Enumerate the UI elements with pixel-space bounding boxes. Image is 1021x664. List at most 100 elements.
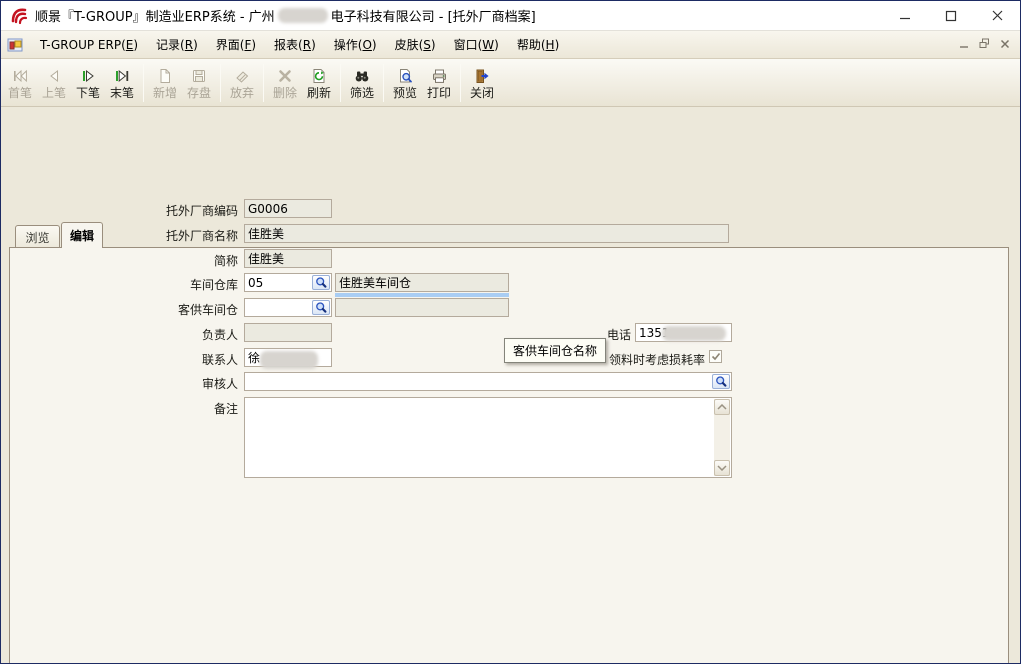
tooltip-text: 客供车间仓名称 bbox=[513, 342, 597, 359]
remark-label: 备注 bbox=[1, 400, 238, 417]
refresh-icon bbox=[310, 66, 328, 86]
maximize-button[interactable] bbox=[928, 1, 974, 30]
refresh-button[interactable]: 刷新 bbox=[302, 61, 336, 105]
customer-workshop-warehouse-label: 客供车间仓 bbox=[1, 301, 238, 318]
titlebar: 顺景『T-GROUP』制造业ERP系统 - 广州 电子科技有限公司 - [托外厂… bbox=[1, 1, 1020, 31]
toolbar-separator bbox=[143, 64, 144, 102]
workshop-warehouse-name-field bbox=[335, 273, 509, 292]
delete-icon bbox=[276, 66, 294, 86]
window-title: 顺景『T-GROUP』制造业ERP系统 - 广州 电子科技有限公司 - [托外厂… bbox=[35, 6, 536, 25]
new-record-button[interactable]: 新增 bbox=[148, 61, 182, 105]
filter-icon bbox=[353, 66, 371, 86]
contact-field[interactable] bbox=[244, 348, 332, 367]
previous-record-icon bbox=[45, 66, 63, 86]
tooltip: 客供车间仓名称 bbox=[504, 338, 606, 363]
magnifier-icon bbox=[314, 276, 328, 289]
checkmark-icon bbox=[711, 352, 721, 361]
menu-tgroup-erp[interactable]: T-GROUP ERP(E) bbox=[31, 33, 147, 57]
filter-button[interactable]: 筛选 bbox=[345, 61, 379, 105]
discard-icon bbox=[233, 66, 251, 86]
remark-scrollbar[interactable] bbox=[714, 399, 730, 476]
chevron-down-icon bbox=[717, 465, 727, 471]
menu-report[interactable]: 报表(R) bbox=[265, 31, 325, 58]
menu-window[interactable]: 窗口(W) bbox=[445, 31, 508, 58]
vendor-code-input bbox=[245, 200, 331, 217]
toolbar: 首笔 上笔 下笔 末笔 新增 存盘 bbox=[1, 59, 1020, 107]
toolbar-separator bbox=[383, 64, 384, 102]
vendor-name-field bbox=[244, 224, 729, 243]
window-title-suffix: 电子科技有限公司 - [托外厂商档案] bbox=[331, 6, 536, 25]
save-button[interactable]: 存盘 bbox=[182, 61, 216, 105]
redaction-blur bbox=[278, 8, 328, 23]
close-button[interactable] bbox=[974, 1, 1020, 30]
short-name-label: 简称 bbox=[1, 252, 238, 269]
close-window-icon bbox=[473, 66, 491, 86]
close-form-button[interactable]: 关闭 bbox=[465, 61, 499, 105]
customer-workshop-warehouse-lookup-button[interactable] bbox=[312, 300, 330, 315]
app-logo-icon bbox=[9, 6, 29, 26]
last-record-button[interactable]: 末笔 bbox=[105, 61, 139, 105]
chevron-up-icon bbox=[717, 404, 727, 410]
previous-record-button[interactable]: 上笔 bbox=[37, 61, 71, 105]
auditor-lookup-button[interactable] bbox=[712, 374, 730, 389]
menu-interface[interactable]: 界面(F) bbox=[207, 31, 265, 58]
print-icon bbox=[430, 66, 448, 86]
redaction-blur bbox=[662, 326, 726, 341]
manager-field bbox=[244, 323, 332, 342]
menu-operation[interactable]: 操作(O) bbox=[325, 31, 386, 58]
print-button[interactable]: 打印 bbox=[422, 61, 456, 105]
mdi-child-icon bbox=[7, 37, 23, 53]
toolbar-separator bbox=[340, 64, 341, 102]
preview-button[interactable]: 预览 bbox=[388, 61, 422, 105]
auditor-field[interactable] bbox=[244, 372, 732, 391]
customer-workshop-warehouse-name-field bbox=[335, 298, 509, 317]
phone-field[interactable] bbox=[635, 323, 732, 342]
contact-label: 联系人 bbox=[1, 351, 238, 368]
workshop-warehouse-lookup-button[interactable] bbox=[312, 275, 330, 290]
workshop-warehouse-label: 车间仓库 bbox=[1, 276, 238, 293]
next-record-button[interactable]: 下笔 bbox=[71, 61, 105, 105]
magnifier-icon bbox=[714, 375, 728, 388]
vendor-code-label: 托外厂商编码 bbox=[1, 202, 238, 219]
next-record-icon bbox=[79, 66, 97, 86]
short-name-input bbox=[245, 250, 331, 267]
remark-textarea[interactable] bbox=[244, 397, 732, 478]
mdi-close-button[interactable] bbox=[1000, 38, 1010, 52]
vendor-name-input bbox=[245, 225, 728, 242]
first-record-icon bbox=[11, 66, 29, 86]
menu-record[interactable]: 记录(R) bbox=[147, 31, 207, 58]
workshop-warehouse-name-input bbox=[336, 274, 508, 291]
auditor-input[interactable] bbox=[245, 373, 731, 390]
menu-help[interactable]: 帮助(H) bbox=[508, 31, 568, 58]
new-record-icon bbox=[156, 66, 174, 86]
customer-workshop-warehouse-name-input bbox=[336, 299, 508, 316]
focus-highlight-strip bbox=[335, 293, 509, 297]
preview-icon bbox=[396, 66, 414, 86]
minimize-button[interactable] bbox=[882, 1, 928, 30]
window-title-prefix: 顺景『T-GROUP』制造业ERP系统 - 广州 bbox=[35, 6, 275, 25]
last-record-icon bbox=[113, 66, 131, 86]
toolbar-separator bbox=[460, 64, 461, 102]
magnifier-icon bbox=[314, 301, 328, 314]
menubar: T-GROUP ERP(E) 记录(R) 界面(F) 报表(R) 操作(O) 皮… bbox=[1, 31, 1020, 59]
short-name-field bbox=[244, 249, 332, 268]
save-icon bbox=[190, 66, 208, 86]
manager-input bbox=[245, 324, 331, 341]
toolbar-separator bbox=[263, 64, 264, 102]
first-record-button[interactable]: 首笔 bbox=[3, 61, 37, 105]
vendor-code-field bbox=[244, 199, 332, 218]
mdi-minimize-button[interactable] bbox=[959, 38, 969, 52]
erp-window: 顺景『T-GROUP』制造业ERP系统 - 广州 电子科技有限公司 - [托外厂… bbox=[0, 0, 1021, 664]
redaction-blur bbox=[260, 351, 318, 369]
toolbar-separator bbox=[220, 64, 221, 102]
scroll-up-button[interactable] bbox=[714, 399, 730, 415]
mdi-restore-button[interactable] bbox=[979, 38, 990, 52]
loss-rate-checkbox[interactable] bbox=[709, 350, 722, 363]
scroll-down-button[interactable] bbox=[714, 460, 730, 476]
vendor-name-label: 托外厂商名称 bbox=[1, 227, 238, 244]
manager-label: 负责人 bbox=[1, 326, 238, 343]
menu-skin[interactable]: 皮肤(S) bbox=[386, 31, 445, 58]
auditor-label: 审核人 bbox=[1, 375, 238, 392]
delete-button[interactable]: 删除 bbox=[268, 61, 302, 105]
discard-button[interactable]: 放弃 bbox=[225, 61, 259, 105]
